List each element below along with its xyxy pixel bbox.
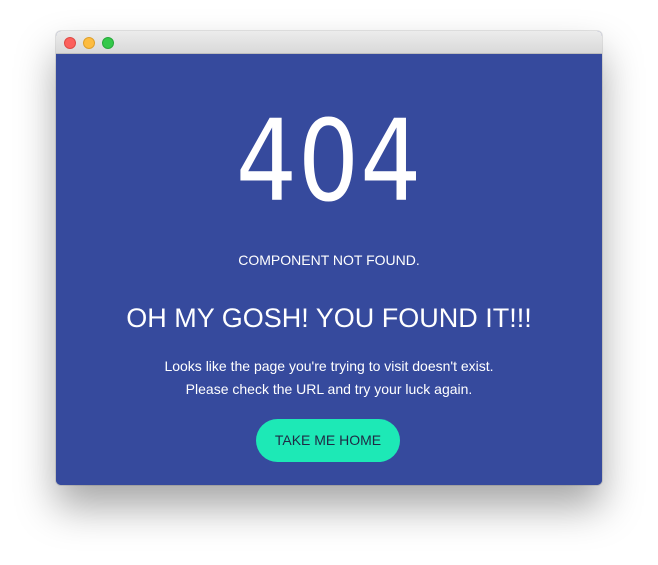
error-subtitle: COMPONENT NOT FOUND. <box>238 252 420 268</box>
error-page: 404 COMPONENT NOT FOUND. OH MY GOSH! YOU… <box>56 54 602 485</box>
zoom-window-icon[interactable] <box>102 37 114 49</box>
browser-window: 404 COMPONENT NOT FOUND. OH MY GOSH! YOU… <box>56 31 602 485</box>
minimize-window-icon[interactable] <box>83 37 95 49</box>
error-headline: OH MY GOSH! YOU FOUND IT!!! <box>126 303 532 333</box>
error-description-line-2: Please check the URL and try your luck a… <box>185 381 473 397</box>
take-me-home-button[interactable]: TAKE ME HOME <box>256 419 400 462</box>
error-code: 404 <box>235 97 423 227</box>
close-window-icon[interactable] <box>64 37 76 49</box>
error-description-line-1: Looks like the page you're trying to vis… <box>164 358 494 374</box>
window-titlebar <box>56 31 602 54</box>
